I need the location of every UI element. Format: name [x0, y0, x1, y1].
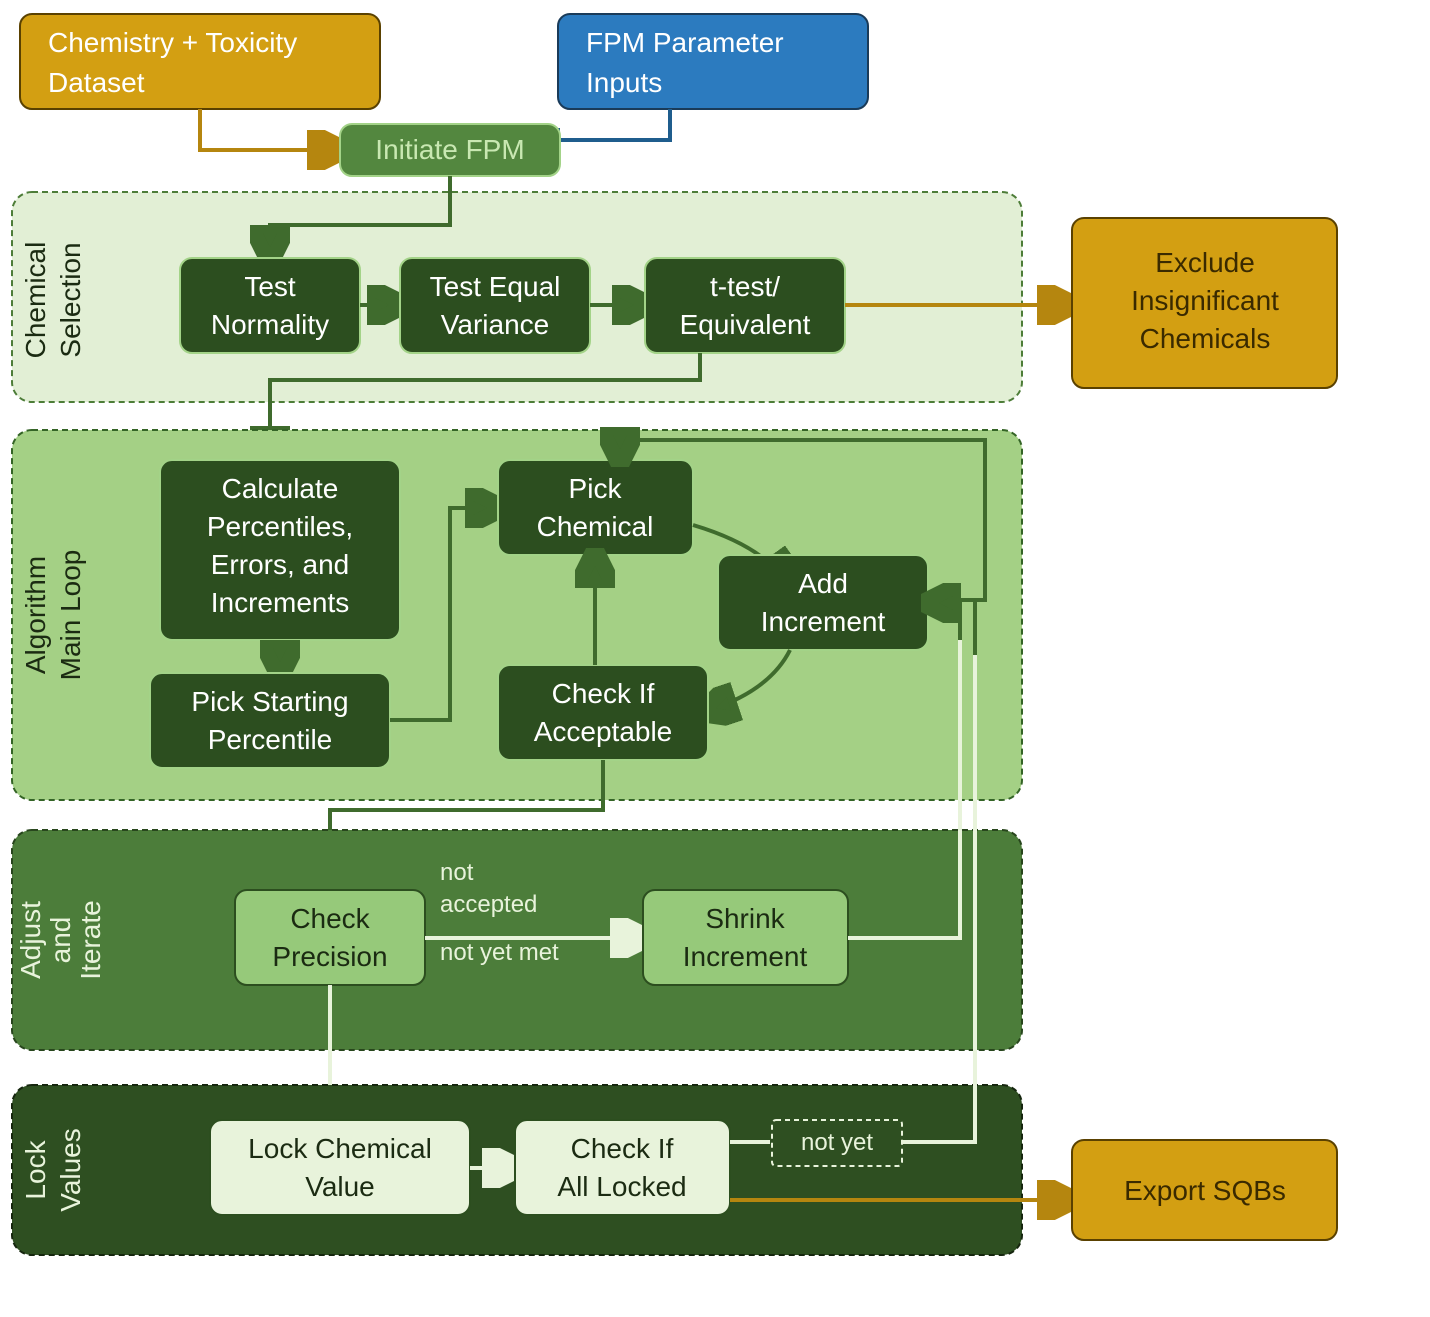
params-l2: Inputs [586, 67, 662, 98]
export-label: Export SQBs [1124, 1175, 1286, 1206]
edge-not2: accepted [440, 891, 537, 918]
notyet-label: not yet [801, 1129, 873, 1156]
lockval-l2: Value [305, 1171, 375, 1202]
prec-l2: Precision [272, 941, 387, 972]
svg-text:not yet: not yet [801, 1129, 873, 1156]
normality-l1: Test [244, 271, 296, 302]
calc-l3: Errors, and [211, 549, 350, 580]
checkall-l1: Check If [571, 1133, 674, 1164]
lockval-l1: Lock Chemical [248, 1133, 432, 1164]
panel2-l1: Algorithm [20, 556, 51, 674]
start-l1: Pick Starting [191, 686, 348, 717]
panel3-l3: Iterate [75, 900, 106, 979]
start-l2: Percentile [208, 724, 333, 755]
ttest-l2: Equivalent [680, 309, 811, 340]
exclude-l1: Exclude [1155, 247, 1255, 278]
checkacc-l2: Acceptable [534, 716, 673, 747]
prec-l1: Check [290, 903, 370, 934]
panel4-l2: Values [55, 1128, 86, 1212]
edge-not1: not [440, 859, 474, 886]
shrink-l1: Shrink [705, 903, 785, 934]
pick-l1: Pick [569, 473, 623, 504]
calc-l2: Percentiles, [207, 511, 353, 542]
panel4-l1: Lock [20, 1139, 51, 1199]
add-l2: Increment [761, 606, 886, 637]
svg-text:Initiate FPM: Initiate FPM [375, 134, 524, 165]
variance-l1: Test Equal [430, 271, 561, 302]
panel3-l2: and [45, 917, 76, 964]
calc-l4: Increments [211, 587, 350, 618]
normality-l2: Normality [211, 309, 329, 340]
initiate-label: Initiate FPM [375, 134, 524, 165]
panel3-l1: Adjust [15, 901, 46, 979]
svg-text:Export SQBs: Export SQBs [1124, 1175, 1286, 1206]
checkacc-l1: Check If [552, 678, 655, 709]
exclude-l2: Insignificant [1131, 285, 1279, 316]
flowchart-diagram: Chemistry + Toxicity Dataset FPM Paramete… [0, 0, 1430, 1317]
checkall-l2: All Locked [557, 1171, 686, 1202]
shrink-l2: Increment [683, 941, 808, 972]
panel1-l2: Selection [55, 242, 86, 357]
ttest-l1: t-test/ [710, 271, 780, 302]
add-l1: Add [798, 568, 848, 599]
calc-l1: Calculate [222, 473, 339, 504]
svg-text:not yet met: not yet met [440, 939, 559, 966]
exclude-l3: Chemicals [1140, 323, 1271, 354]
dataset-l1: Chemistry + Toxicity [48, 27, 297, 58]
panel2-l2: Main Loop [55, 550, 86, 681]
variance-l2: Variance [441, 309, 549, 340]
panel1-l1: Chemical [20, 242, 51, 359]
pick-l2: Chemical [537, 511, 654, 542]
dataset-l2: Dataset [48, 67, 145, 98]
params-l1: FPM Parameter [586, 27, 784, 58]
edge-notmet: not yet met [440, 939, 559, 966]
